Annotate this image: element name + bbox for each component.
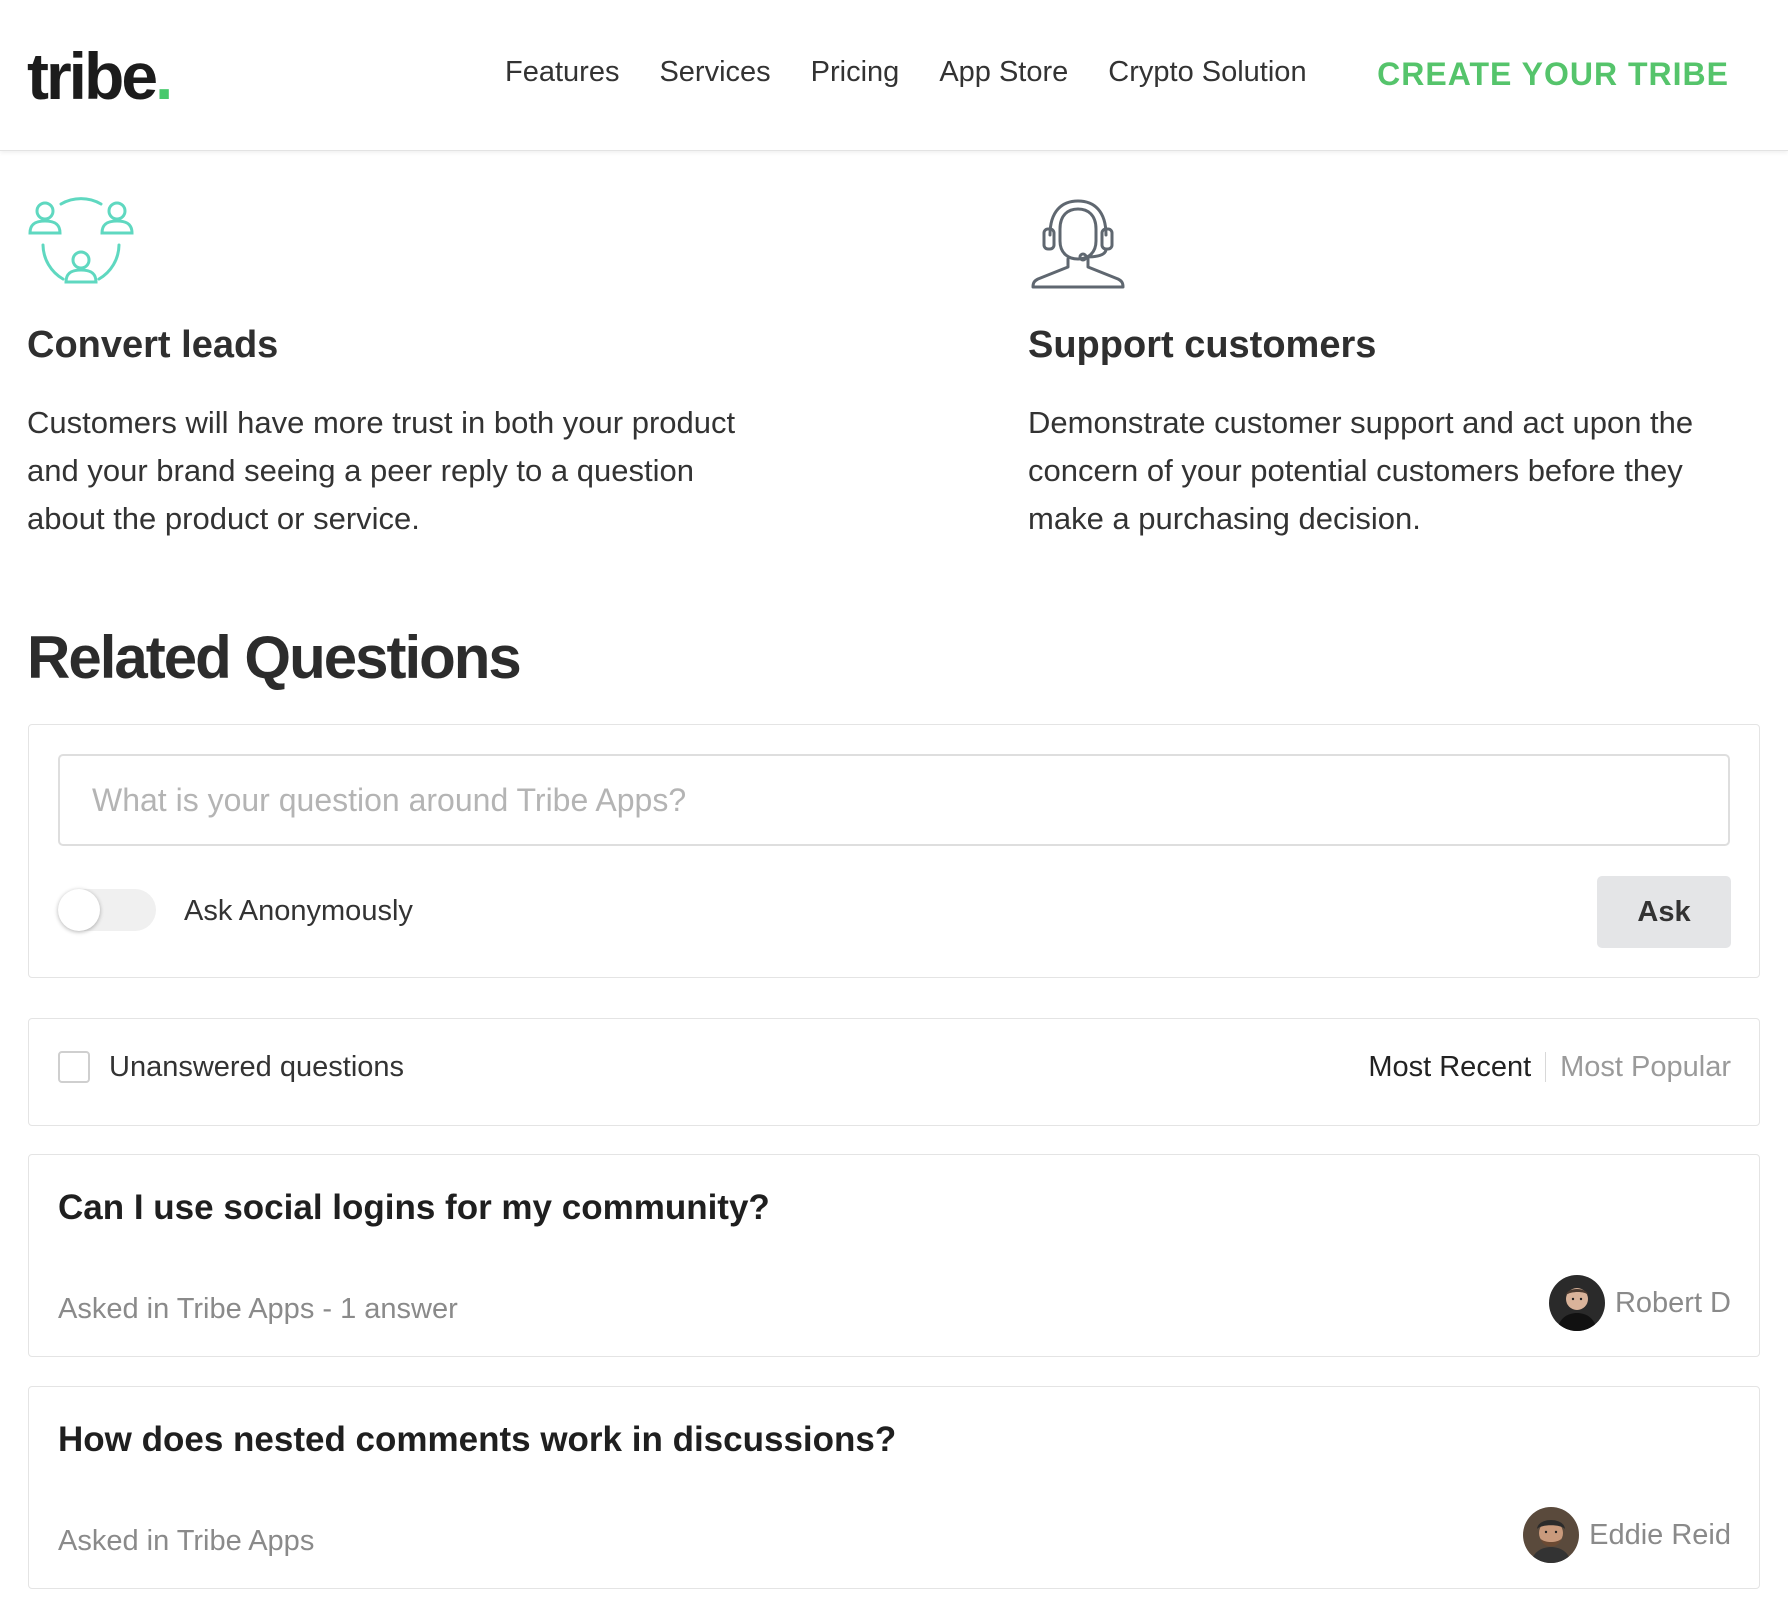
nav-services-link[interactable]: Services (659, 52, 770, 92)
tribe-logo[interactable]: tribe. (27, 34, 173, 118)
author-name[interactable]: Robert D (1615, 1283, 1731, 1323)
author-name[interactable]: Eddie Reid (1589, 1515, 1731, 1555)
unanswered-checkbox[interactable] (58, 1051, 90, 1083)
logo-text: tribe (27, 39, 158, 113)
sort-divider (1545, 1052, 1547, 1082)
question-meta: Asked in Tribe Apps - 1 answer (58, 1293, 458, 1325)
questions-filter-bar: Unanswered questions Most Recent Most Po… (28, 1018, 1760, 1126)
nav-app-store-link[interactable]: App Store (939, 52, 1068, 92)
ask-question-card: Ask Anonymously Ask (28, 724, 1760, 978)
logo-dot: . (155, 39, 173, 113)
feature-title: Support customers (1028, 324, 1377, 366)
toggle-knob (58, 889, 100, 931)
nav-pricing-link[interactable]: Pricing (811, 52, 900, 92)
ask-button[interactable]: Ask (1597, 876, 1731, 948)
avatar[interactable] (1548, 1275, 1605, 1331)
top-navigation-bar: tribe. Features Services Pricing App Sto… (0, 0, 1788, 151)
main-nav: Features Services Pricing App Store Cryp… (505, 52, 1307, 92)
question-author[interactable]: Robert D (1548, 1275, 1731, 1331)
question-meta: Asked in Tribe Apps (58, 1525, 315, 1557)
feature-description: Customers will have more trust in both y… (27, 405, 736, 536)
feature-description: Demonstrate customer support and act upo… (1028, 405, 1694, 536)
feature-support-customers: Support customers Demonstrate customer s… (1028, 195, 1748, 543)
headset-support-icon (1028, 195, 1138, 291)
ask-anonymously-toggle[interactable] (58, 889, 156, 931)
feature-title: Convert leads (27, 324, 279, 366)
people-network-icon (27, 195, 137, 291)
sort-most-popular[interactable]: Most Popular (1560, 1047, 1731, 1087)
sort-most-recent[interactable]: Most Recent (1368, 1047, 1531, 1087)
nav-crypto-solution-link[interactable]: Crypto Solution (1108, 52, 1306, 92)
question-title[interactable]: Can I use social logins for my community… (58, 1183, 770, 1233)
related-questions-title: Related Questions (27, 624, 522, 691)
create-your-tribe-button[interactable]: CREATE YOUR TRIBE (1377, 52, 1729, 96)
question-input[interactable] (58, 754, 1730, 846)
sort-options: Most Recent Most Popular (1368, 1047, 1731, 1087)
avatar[interactable] (1523, 1507, 1580, 1563)
feature-convert-leads: Convert leads Customers will have more t… (27, 195, 747, 543)
ask-anonymously-label: Ask Anonymously (184, 895, 413, 927)
question-author[interactable]: Eddie Reid (1523, 1507, 1731, 1563)
question-card[interactable]: How does nested comments work in discuss… (28, 1386, 1760, 1589)
question-title[interactable]: How does nested comments work in discuss… (58, 1415, 896, 1465)
question-card[interactable]: Can I use social logins for my community… (28, 1154, 1760, 1357)
unanswered-label: Unanswered questions (109, 1051, 405, 1083)
nav-features-link[interactable]: Features (505, 52, 619, 92)
